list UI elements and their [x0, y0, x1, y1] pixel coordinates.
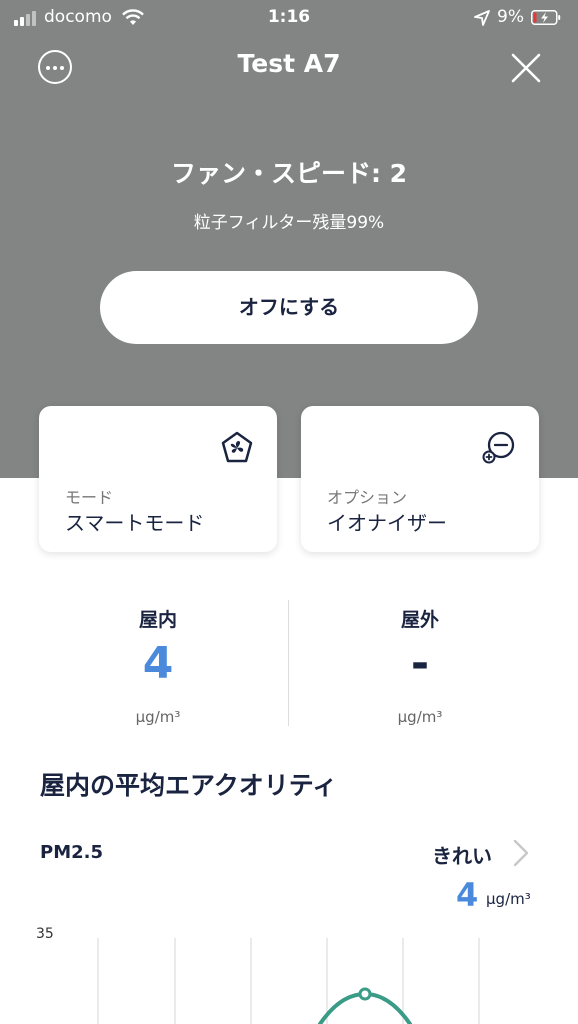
battery-percent: 9% [497, 7, 524, 27]
ionizer-icon [482, 431, 515, 464]
data-point [358, 987, 372, 1001]
average-quality-title: 屋内の平均エアクオリティ [40, 771, 338, 800]
mode-value: スマートモード [65, 511, 205, 535]
option-label: オプション [327, 488, 408, 507]
indoor-reading: 屋内 4 μg/m³ [28, 605, 288, 726]
outdoor-unit: μg/m³ [397, 708, 443, 726]
quality-status: きれい [432, 844, 492, 868]
device-title: Test A7 [237, 49, 341, 78]
indoor-title: 屋内 [138, 609, 177, 631]
chevron-right-icon[interactable] [508, 838, 532, 868]
outdoor-value: - [410, 638, 430, 689]
outdoor-title: 屋外 [400, 609, 439, 631]
option-card[interactable]: オプション イオナイザー [301, 406, 539, 552]
filter-status: 粒子フィルター残量99% [193, 213, 385, 233]
fan-speed-label: ファン・スピード: 2 [170, 159, 408, 188]
indoor-unit: μg/m³ [135, 708, 181, 726]
close-icon[interactable] [510, 52, 542, 84]
mode-card[interactable]: モード スマートモード [39, 406, 277, 552]
reading-divider [288, 600, 289, 726]
battery-charging-icon [531, 10, 561, 25]
pm25-label: PM2.5 [40, 842, 103, 863]
fan-icon [221, 431, 253, 463]
status-bar: docomo 1:16 9% [0, 0, 578, 36]
indoor-value: 4 [142, 638, 174, 689]
option-value: イオナイザー [327, 511, 447, 535]
pm25-chart [97, 938, 480, 1024]
outdoor-reading: 屋外 - μg/m³ [290, 605, 550, 726]
pm25-value: 4 [456, 876, 479, 914]
location-arrow-icon [474, 10, 490, 26]
app-screen: docomo 1:16 9% Test A7 ファン・スピード: 2 粒子フィル… [0, 0, 578, 1024]
turn-off-button[interactable]: オフにする [100, 271, 478, 344]
mode-label: モード [65, 488, 114, 507]
pm25-unit: μg/m³ [486, 890, 531, 908]
status-time: 1:16 [267, 7, 311, 27]
